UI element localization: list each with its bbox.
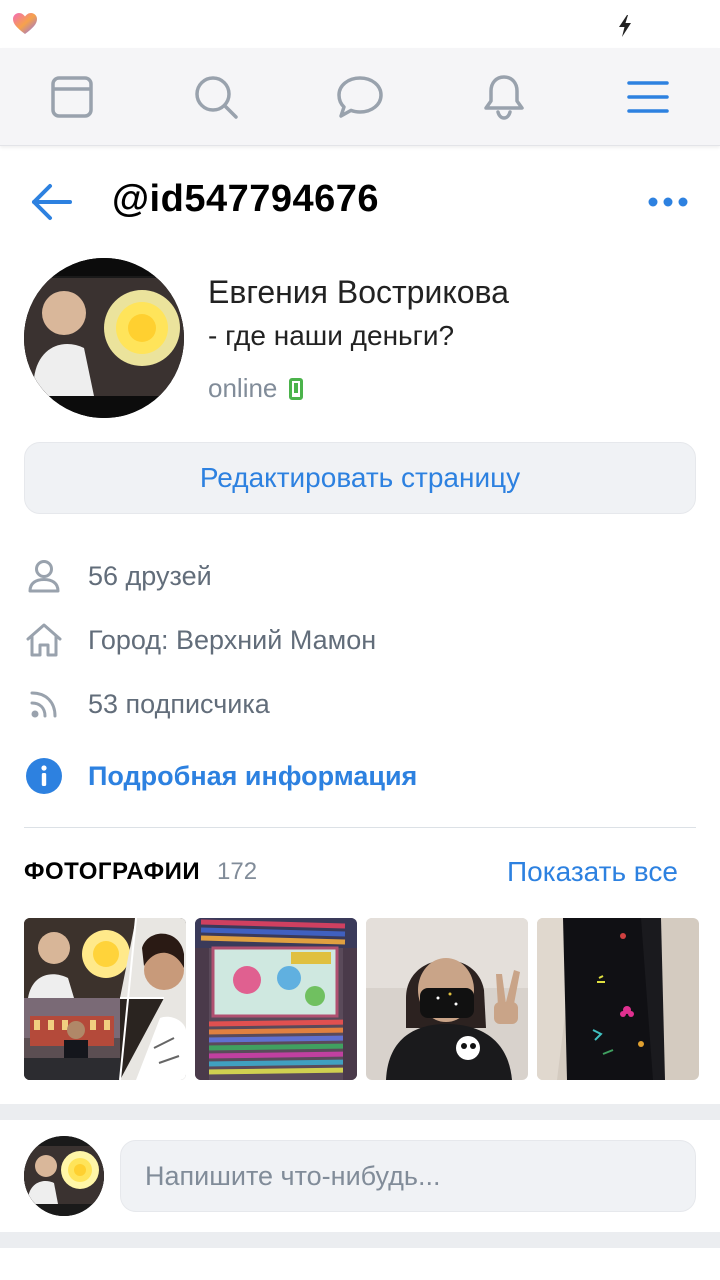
show-all-link[interactable]: Показать все bbox=[507, 856, 678, 888]
rss-icon bbox=[24, 684, 64, 724]
info-icon bbox=[24, 756, 64, 796]
photo-thumbnail[interactable] bbox=[24, 918, 186, 1080]
newsfeed-icon bbox=[51, 76, 93, 118]
nav-menu-button[interactable] bbox=[623, 72, 673, 122]
edit-page-button[interactable]: Редактировать страницу bbox=[24, 442, 696, 514]
composer-avatar[interactable] bbox=[24, 1136, 104, 1216]
info-city-row: Город: Верхний Мамон bbox=[24, 620, 696, 660]
section-separator bbox=[0, 1232, 720, 1248]
online-label: online bbox=[208, 373, 278, 403]
profile-name: Евгения Вострикова bbox=[208, 274, 509, 310]
photo-thumbnail[interactable] bbox=[195, 918, 357, 1080]
photo-thumbnail[interactable] bbox=[537, 918, 699, 1080]
friends-count: 56 друзей bbox=[88, 560, 212, 591]
status-bar bbox=[0, 0, 720, 48]
messages-icon bbox=[337, 76, 383, 118]
online-indicator: online bbox=[208, 373, 304, 404]
avatar-photo bbox=[24, 258, 184, 418]
notifications-icon bbox=[484, 75, 524, 120]
profile-status[interactable]: - где наши деньги? bbox=[208, 320, 454, 352]
back-arrow-icon[interactable] bbox=[28, 180, 76, 224]
menu-icon bbox=[627, 81, 669, 113]
section-divider bbox=[24, 827, 696, 828]
nav-newsfeed-button[interactable] bbox=[47, 72, 97, 122]
home-icon bbox=[24, 620, 64, 660]
info-friends-row[interactable]: 56 друзей bbox=[24, 556, 696, 596]
info-followers-row[interactable]: 53 подписчика bbox=[24, 684, 696, 724]
followers-count: 53 подписчика bbox=[88, 688, 270, 719]
photos-grid bbox=[24, 918, 699, 1080]
profile-handle: @id547794676 bbox=[112, 178, 380, 220]
photos-count: 172 bbox=[217, 858, 258, 885]
nav-messages-button[interactable] bbox=[335, 72, 385, 122]
charging-icon bbox=[619, 15, 631, 37]
section-separator bbox=[0, 1104, 720, 1120]
profile-avatar[interactable] bbox=[24, 258, 184, 418]
top-navigation bbox=[0, 48, 720, 146]
post-composer-input[interactable]: Напишите что-нибудь... bbox=[120, 1140, 696, 1212]
search-icon bbox=[195, 76, 238, 119]
info-details-row[interactable]: Подробная информация bbox=[24, 756, 696, 796]
more-options-icon[interactable] bbox=[644, 190, 692, 214]
details-link[interactable]: Подробная информация bbox=[88, 761, 417, 792]
photo-thumbnail[interactable] bbox=[366, 918, 528, 1080]
nav-search-button[interactable] bbox=[191, 72, 241, 122]
profile-header: @id547794676 bbox=[0, 160, 720, 244]
mobile-online-icon bbox=[289, 377, 304, 400]
avatar-photo bbox=[24, 1136, 104, 1216]
nav-notifications-button[interactable] bbox=[479, 72, 529, 122]
user-icon bbox=[24, 556, 64, 596]
city-text: Город: Верхний Мамон bbox=[88, 624, 377, 655]
photos-title: ФОТОГРАФИИ bbox=[24, 858, 201, 885]
heart-icon bbox=[13, 13, 37, 34]
